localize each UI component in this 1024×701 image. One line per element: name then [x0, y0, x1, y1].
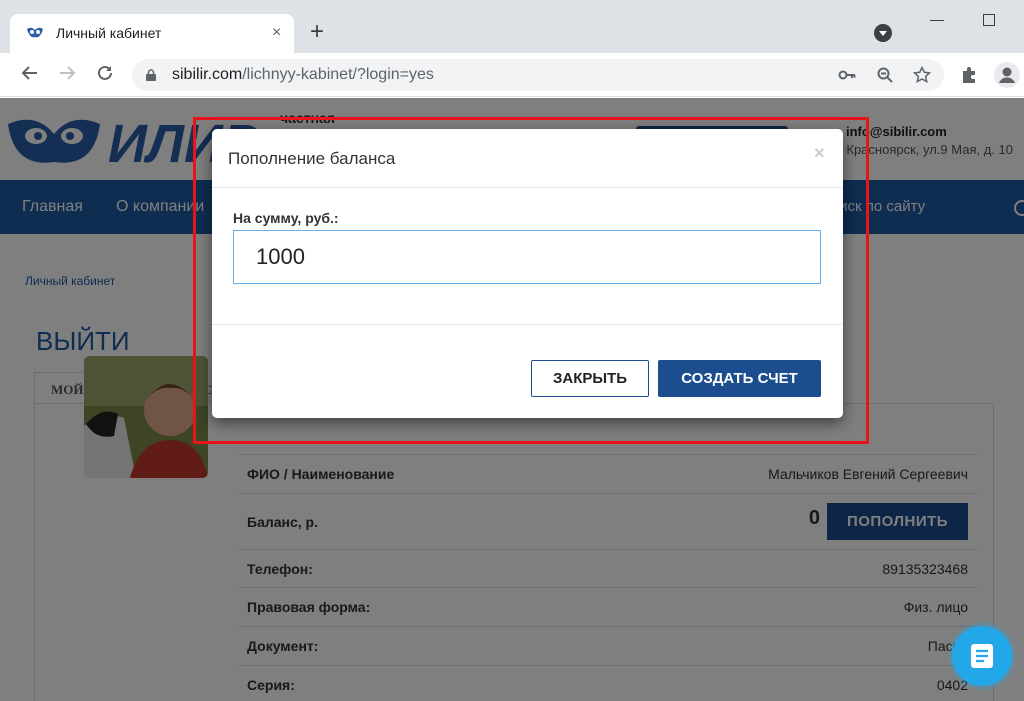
forward-arrow-icon[interactable] — [57, 63, 77, 83]
key-icon[interactable] — [838, 66, 856, 84]
browser-toolbar: sibilir.com/lichnyy-kabinet/?login=yes — [0, 53, 1024, 97]
user-icon — [999, 67, 1015, 83]
address-bar[interactable]: sibilir.com/lichnyy-kabinet/?login=yes — [132, 59, 944, 91]
url-text[interactable]: sibilir.com/lichnyy-kabinet/?login=yes — [172, 66, 434, 84]
tab-title: Личный кабинет — [56, 25, 162, 41]
tab-search-icon[interactable] — [874, 24, 892, 42]
zoom-icon[interactable] — [876, 66, 894, 84]
lock-icon[interactable] — [146, 69, 156, 81]
url-domain: sibilir.com — [172, 66, 243, 83]
chat-note-icon — [971, 644, 993, 668]
tab-close-icon[interactable]: × — [272, 24, 281, 42]
browser-tabstrip: Личный кабинет × + — [0, 0, 1024, 53]
new-tab-button[interactable]: + — [310, 20, 324, 44]
browser-tab[interactable]: Личный кабинет × — [10, 14, 294, 53]
bookmark-star-icon[interactable] — [913, 66, 931, 84]
highlight-frame — [193, 117, 869, 444]
chat-widget-button[interactable] — [952, 626, 1012, 686]
profile-avatar-icon[interactable] — [994, 62, 1020, 88]
maximize-icon[interactable] — [983, 14, 995, 26]
minimize-icon[interactable] — [930, 20, 944, 21]
url-path: /lichnyy-kabinet/?login=yes — [242, 66, 434, 83]
extensions-icon[interactable] — [959, 65, 979, 85]
reload-icon[interactable] — [95, 63, 115, 83]
owl-favicon-icon — [27, 27, 43, 38]
back-arrow-icon[interactable] — [20, 63, 40, 83]
